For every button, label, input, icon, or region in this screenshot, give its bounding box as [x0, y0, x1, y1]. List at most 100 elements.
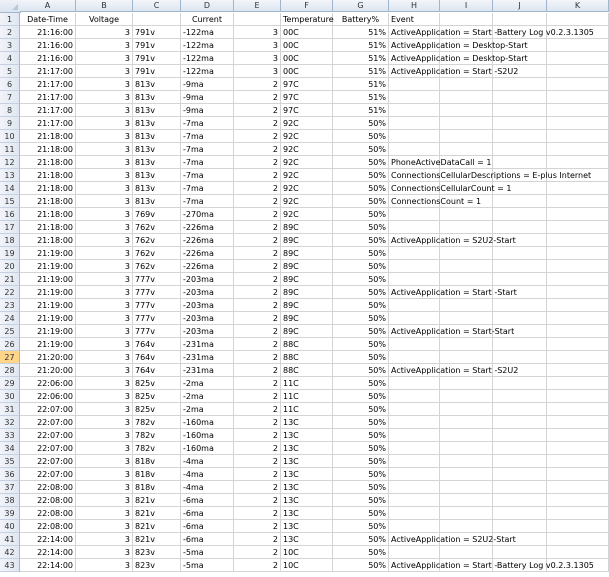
cell-h28[interactable]: ActiveApplication = Start -S2U2: [389, 364, 518, 377]
cell-b41[interactable]: 3: [76, 533, 133, 546]
cell-a8[interactable]: 21:17:00: [20, 104, 76, 117]
row-header-16[interactable]: 16: [0, 208, 20, 221]
cell-e16[interactable]: 2: [234, 208, 281, 221]
cell-b17[interactable]: 3: [76, 221, 133, 234]
cell-i24[interactable]: [440, 312, 493, 325]
cell-c39[interactable]: 821v: [133, 507, 181, 520]
cell-e17[interactable]: 2: [234, 221, 281, 234]
cell-e26[interactable]: 2: [234, 338, 281, 351]
cell-f20[interactable]: 89C: [281, 260, 333, 273]
cell-e30[interactable]: 2: [234, 390, 281, 403]
cell-d9[interactable]: -7ma: [181, 117, 234, 130]
cell-g32[interactable]: 50%: [333, 416, 389, 429]
column-header-d[interactable]: D: [181, 0, 234, 12]
cell-k15[interactable]: [547, 195, 609, 208]
cell-e11[interactable]: 2: [234, 143, 281, 156]
cell-b21[interactable]: 3: [76, 273, 133, 286]
cell-i23[interactable]: [440, 299, 493, 312]
cell-g14[interactable]: 50%: [333, 182, 389, 195]
row-header-17[interactable]: 17: [0, 221, 20, 234]
cell-c43[interactable]: 823v: [133, 559, 181, 572]
cell-b37[interactable]: 3: [76, 481, 133, 494]
cell-c26[interactable]: 764v: [133, 338, 181, 351]
cell-a7[interactable]: 21:17:00: [20, 91, 76, 104]
cell-i17[interactable]: [440, 221, 493, 234]
cell-k26[interactable]: [547, 338, 609, 351]
row-header-1[interactable]: 1: [0, 13, 20, 26]
cell-h26[interactable]: [389, 338, 440, 351]
cell-f32[interactable]: 13C: [281, 416, 333, 429]
cell-f28[interactable]: 88C: [281, 364, 333, 377]
cell-d25[interactable]: -203ma: [181, 325, 234, 338]
cell-k36[interactable]: [547, 468, 609, 481]
cell-h20[interactable]: [389, 260, 440, 273]
cell-k8[interactable]: [547, 104, 609, 117]
cell-a33[interactable]: 22:07:00: [20, 429, 76, 442]
cell-f35[interactable]: 13C: [281, 455, 333, 468]
cell-b38[interactable]: 3: [76, 494, 133, 507]
cell-k21[interactable]: [547, 273, 609, 286]
cell-e41[interactable]: 2: [234, 533, 281, 546]
cell-c41[interactable]: 821v: [133, 533, 181, 546]
cell-j39[interactable]: [493, 507, 547, 520]
cell-g39[interactable]: 50%: [333, 507, 389, 520]
cell-b23[interactable]: 3: [76, 299, 133, 312]
cell-e37[interactable]: 2: [234, 481, 281, 494]
cell-b3[interactable]: 3: [76, 39, 133, 52]
row-header-4[interactable]: 4: [0, 52, 20, 65]
cell-j9[interactable]: [493, 117, 547, 130]
cell-h33[interactable]: [389, 429, 440, 442]
cell-b40[interactable]: 3: [76, 520, 133, 533]
cell-c13[interactable]: 813v: [133, 169, 181, 182]
cell-g18[interactable]: 50%: [333, 234, 389, 247]
cell-b19[interactable]: 3: [76, 247, 133, 260]
cell-i32[interactable]: [440, 416, 493, 429]
cell-d22[interactable]: -203ma: [181, 286, 234, 299]
cell-d38[interactable]: -6ma: [181, 494, 234, 507]
row-header-29[interactable]: 29: [0, 377, 20, 390]
cell-e23[interactable]: 2: [234, 299, 281, 312]
cell-g40[interactable]: 50%: [333, 520, 389, 533]
cell-h12[interactable]: PhoneActiveDataCall = 1: [389, 156, 491, 169]
cell-b10[interactable]: 3: [76, 130, 133, 143]
cell-d3[interactable]: -122ma: [181, 39, 234, 52]
cell-d17[interactable]: -226ma: [181, 221, 234, 234]
cell-b4[interactable]: 3: [76, 52, 133, 65]
row-header-35[interactable]: 35: [0, 455, 20, 468]
cell-d35[interactable]: -4ma: [181, 455, 234, 468]
cell-a39[interactable]: 22:08:00: [20, 507, 76, 520]
column-header-a[interactable]: A: [20, 0, 76, 12]
column-header-b[interactable]: B: [76, 0, 133, 12]
cell-h22[interactable]: ActiveApplication = Start -Start: [389, 286, 517, 299]
cell-a28[interactable]: 21:20:00: [20, 364, 76, 377]
cell-c4[interactable]: 791v: [133, 52, 181, 65]
cell-f8[interactable]: 97C: [281, 104, 333, 117]
cell-i35[interactable]: [440, 455, 493, 468]
cell-e15[interactable]: 2: [234, 195, 281, 208]
cell-i16[interactable]: [440, 208, 493, 221]
cell-e4[interactable]: 3: [234, 52, 281, 65]
cell-c25[interactable]: 777v: [133, 325, 181, 338]
cell-b24[interactable]: 3: [76, 312, 133, 325]
cell-d12[interactable]: -7ma: [181, 156, 234, 169]
cell-e12[interactable]: 2: [234, 156, 281, 169]
cell-b18[interactable]: 3: [76, 234, 133, 247]
cell-d23[interactable]: -203ma: [181, 299, 234, 312]
cell-k32[interactable]: [547, 416, 609, 429]
column-header-f[interactable]: F: [281, 0, 333, 12]
cell-g21[interactable]: 50%: [333, 273, 389, 286]
cell-i36[interactable]: [440, 468, 493, 481]
cell-d10[interactable]: -7ma: [181, 130, 234, 143]
cell-h13[interactable]: ConnectionsCellularDescriptions = E-plus…: [389, 169, 591, 182]
cell-d24[interactable]: -203ma: [181, 312, 234, 325]
cell-a4[interactable]: 21:16:00: [20, 52, 76, 65]
cell-j21[interactable]: [493, 273, 547, 286]
cell-g38[interactable]: 50%: [333, 494, 389, 507]
cell-d1[interactable]: Current: [181, 13, 234, 26]
cell-e27[interactable]: 2: [234, 351, 281, 364]
cell-c29[interactable]: 825v: [133, 377, 181, 390]
cell-h32[interactable]: [389, 416, 440, 429]
cell-b1[interactable]: Voltage: [76, 13, 133, 26]
cell-c42[interactable]: 823v: [133, 546, 181, 559]
cell-a32[interactable]: 22:07:00: [20, 416, 76, 429]
